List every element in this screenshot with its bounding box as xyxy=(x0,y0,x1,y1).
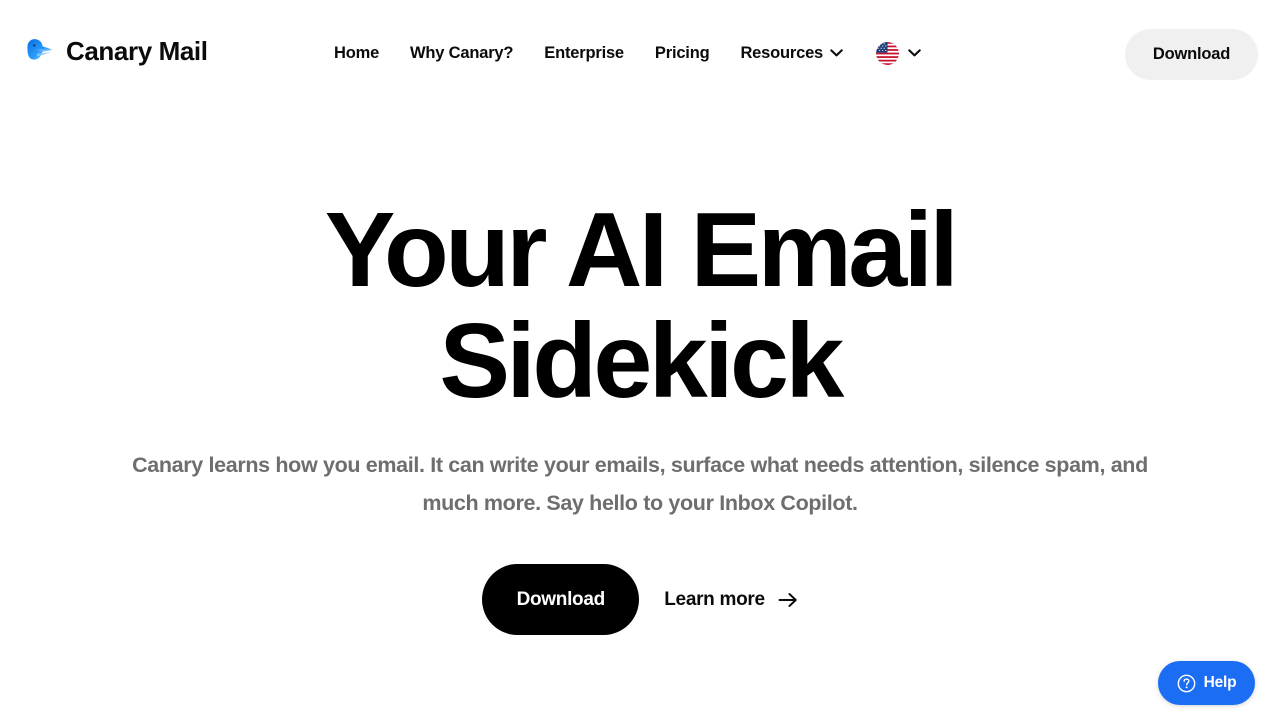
page-title-line-1: Your AI Email xyxy=(324,191,959,309)
nav-item-why-canary[interactable]: Why Canary? xyxy=(410,40,513,66)
chevron-down-icon xyxy=(830,49,843,57)
main-navigation: Home Why Canary? Enterprise Pricing Reso… xyxy=(334,40,921,66)
learn-more-link[interactable]: Learn more xyxy=(664,589,797,611)
hero-subtitle: Canary learns how you email. It can writ… xyxy=(132,453,1148,515)
question-mark-circle-icon xyxy=(1177,674,1195,692)
us-flag-icon xyxy=(876,41,900,65)
chevron-down-icon xyxy=(908,49,921,57)
canary-bird-icon xyxy=(27,39,53,60)
help-widget-button[interactable]: Help xyxy=(1158,661,1255,705)
nav-item-label: Why Canary? xyxy=(410,44,514,62)
nav-item-home[interactable]: Home xyxy=(334,40,379,66)
language-selector[interactable] xyxy=(876,41,921,65)
nav-item-label: Home xyxy=(334,44,380,62)
learn-more-label: Learn more xyxy=(664,588,765,610)
page-title-line-2: Sidekick xyxy=(439,302,844,420)
nav-item-label: Enterprise xyxy=(544,44,624,62)
hero-actions: Download Learn more xyxy=(0,564,1280,635)
header-download-button[interactable]: Download xyxy=(1125,29,1258,80)
nav-item-enterprise[interactable]: Enterprise xyxy=(544,40,624,66)
page-title: Your AI Email Sidekick xyxy=(0,195,1280,417)
arrow-right-icon xyxy=(778,592,797,607)
brand-logo-link[interactable]: Canary Mail xyxy=(22,34,208,68)
nav-item-resources[interactable]: Resources xyxy=(740,40,843,66)
hero-section: Your AI Email Sidekick Canary learns how… xyxy=(0,110,1280,720)
nav-item-label: Resources xyxy=(740,44,824,62)
nav-item-label: Pricing xyxy=(654,44,710,62)
brand-name: Canary Mail xyxy=(66,36,208,66)
site-header: Canary Mail Home Why Canary? Enterprise … xyxy=(0,0,1280,110)
help-widget-label: Help xyxy=(1203,674,1237,691)
hero-download-button[interactable]: Download xyxy=(482,564,640,635)
nav-item-pricing[interactable]: Pricing xyxy=(655,40,710,66)
